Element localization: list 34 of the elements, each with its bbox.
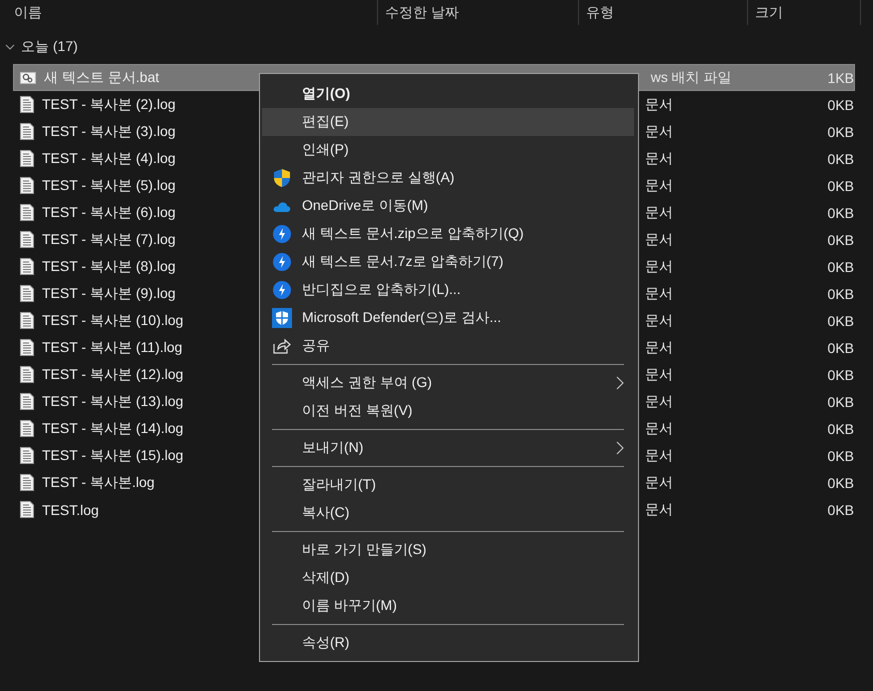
file-type: 문서 bbox=[644, 122, 674, 140]
file-size: 0KB bbox=[826, 394, 854, 410]
file-size: 0KB bbox=[826, 150, 854, 166]
file-type: 문서 bbox=[644, 420, 674, 438]
file-type: 문서 bbox=[644, 204, 674, 222]
file-size: 0KB bbox=[826, 178, 854, 194]
file-size: 0KB bbox=[826, 232, 854, 248]
file-type: 문서 bbox=[644, 366, 674, 384]
file-size: 1KB bbox=[826, 70, 854, 86]
file-size: 0KB bbox=[826, 340, 854, 356]
file-size: 0KB bbox=[826, 96, 854, 112]
file-type: 문서 bbox=[644, 312, 674, 330]
file-type: 문서 bbox=[644, 500, 674, 518]
file-size: 0KB bbox=[826, 366, 854, 382]
file-type: ws 배치 파일 bbox=[650, 68, 733, 86]
file-size: 0KB bbox=[826, 286, 854, 302]
file-type: 문서 bbox=[644, 284, 674, 302]
file-type: 문서 bbox=[644, 474, 674, 492]
file-type: 문서 bbox=[644, 230, 674, 248]
file-type: 문서 bbox=[644, 258, 674, 276]
file-size: 0KB bbox=[826, 312, 854, 328]
file-size: 0KB bbox=[826, 502, 854, 518]
file-size: 0KB bbox=[826, 420, 854, 436]
file-type: 문서 bbox=[644, 176, 674, 194]
file-size: 0KB bbox=[826, 258, 854, 274]
file-size: 0KB bbox=[826, 474, 854, 490]
file-size: 0KB bbox=[826, 124, 854, 140]
file-type: 문서 bbox=[644, 446, 674, 464]
file-type: 문서 bbox=[644, 338, 674, 356]
file-type: 문서 bbox=[644, 392, 674, 410]
file-type: 문서 bbox=[644, 96, 674, 114]
file-type: 문서 bbox=[644, 150, 674, 168]
file-size: 0KB bbox=[826, 448, 854, 464]
file-size: 0KB bbox=[826, 204, 854, 220]
